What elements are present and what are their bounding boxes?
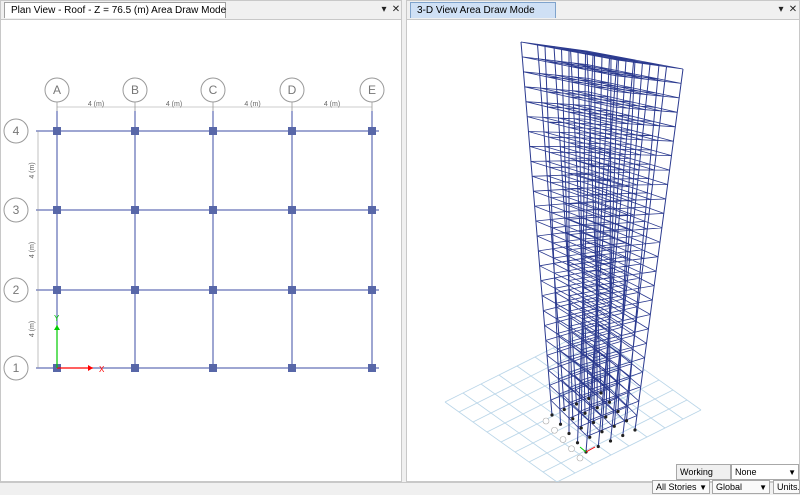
base-support	[612, 424, 616, 428]
3d-view-dropdown-icon[interactable]: ▾	[775, 2, 787, 17]
base-support	[604, 415, 608, 419]
column-marker	[53, 127, 61, 135]
dimension-label: 4 (m)	[166, 101, 182, 108]
grid-bubble-3d	[551, 426, 558, 434]
base-support	[600, 430, 604, 434]
grid-bubble-3d	[542, 417, 550, 425]
3d-view-close-icon[interactable]: ✕	[787, 2, 799, 17]
coord-system-value: Global	[716, 482, 743, 492]
column-marker	[209, 127, 217, 135]
column-marker	[209, 364, 217, 372]
plan-view-dropdown-icon[interactable]: ▾	[378, 2, 390, 17]
base-support	[596, 444, 600, 449]
grid-bubble-3d	[559, 436, 567, 443]
column-label: A	[53, 83, 61, 97]
base-support	[607, 400, 612, 404]
dimension-label: 4 (m)	[29, 162, 36, 178]
column-marker	[368, 127, 376, 135]
working-plane-label: Working Plane	[676, 464, 731, 492]
status-bar: All Stories ▼ Global ▼ Units...	[0, 480, 800, 495]
plan-view-canvas[interactable]: A B C D E 1 2 3 4 4 (m) 4 (m) 4 (m) 4 (m) 4 (m) 4 (m) 4…	[1, 20, 401, 482]
base-support	[595, 406, 599, 410]
column-marker	[53, 286, 61, 294]
column-marker	[209, 206, 217, 214]
y-axis-arrowhead	[54, 325, 60, 330]
column-marker	[209, 286, 217, 294]
dimension-label: 4 (m)	[324, 101, 340, 108]
chevron-down-icon: ▼	[788, 468, 796, 477]
column-label: B	[131, 83, 139, 97]
plan-view-tabbar: Plan View - Roof - Z = 76.5 (m) Area Dra…	[1, 1, 401, 20]
grid-bubble-3d	[576, 454, 584, 462]
frame-beams	[520, 41, 684, 437]
3d-view-panel: 3-D View Area Draw Mode ▾ ✕	[406, 0, 800, 482]
base-support	[550, 413, 554, 417]
base-support	[633, 428, 637, 432]
row-label: 4	[13, 124, 20, 138]
column-marker	[288, 127, 296, 135]
plan-view-close-icon[interactable]: ✕	[390, 2, 402, 17]
base-support	[583, 411, 587, 415]
column-label: C	[209, 83, 218, 97]
column-marker	[368, 364, 376, 372]
column-marker	[131, 364, 139, 372]
column-marker	[131, 206, 139, 214]
base-support	[616, 409, 620, 414]
column-marker	[53, 206, 61, 214]
base-support	[579, 426, 583, 430]
dimension-label: 4 (m)	[29, 321, 36, 337]
column-marker	[288, 286, 296, 294]
base-support	[588, 435, 592, 439]
chevron-down-icon: ▼	[699, 483, 707, 492]
column-label: E	[368, 83, 376, 97]
column-marker	[288, 364, 296, 372]
column-marker	[288, 206, 296, 214]
plan-view-panel: Plan View - Roof - Z = 76.5 (m) Area Dra…	[0, 0, 402, 482]
dimension-label: 4 (m)	[244, 101, 260, 108]
stories-select[interactable]: All Stories ▼	[652, 480, 710, 494]
base-support	[567, 431, 571, 436]
base-support	[624, 419, 629, 423]
base-support	[571, 417, 575, 421]
working-plane-select[interactable]: None ▼	[731, 464, 799, 480]
stories-value: All Stories	[656, 482, 697, 492]
base-support	[621, 433, 625, 438]
y-axis-3d	[579, 446, 587, 453]
column-label: D	[288, 83, 297, 97]
column-marker	[368, 286, 376, 294]
x-axis-label: X	[99, 365, 105, 374]
column-marker	[368, 206, 376, 214]
base-support	[587, 396, 591, 401]
dimension-label: 4 (m)	[88, 101, 104, 108]
row-label: 1	[13, 361, 20, 375]
x-axis-arrowhead	[88, 365, 93, 371]
base-support	[575, 441, 580, 445]
coord-system-select[interactable]: Global ▼	[712, 480, 770, 494]
3d-view-tabbar: 3-D View Area Draw Mode ▾ ✕	[407, 1, 799, 20]
y-axis-label: Y	[54, 314, 60, 323]
dimension-label: 4 (m)	[29, 242, 36, 258]
row-label: 3	[13, 203, 20, 217]
base-support	[562, 407, 566, 412]
base-support	[608, 439, 613, 443]
base-support	[574, 402, 579, 406]
units-button[interactable]: Units...	[773, 480, 800, 494]
grid-bubble-3d	[568, 445, 575, 453]
3d-view-canvas[interactable]	[407, 20, 799, 482]
column-marker	[131, 127, 139, 135]
base-support	[558, 422, 563, 426]
plan-view-tab[interactable]: Plan View - Roof - Z = 76.5 (m) Area Dra…	[4, 2, 226, 18]
row-label: 2	[13, 283, 20, 297]
base-support	[591, 420, 596, 425]
base-support	[599, 391, 603, 395]
3d-view-tab[interactable]: 3-D View Area Draw Mode	[410, 2, 556, 18]
column-marker	[131, 286, 139, 294]
chevron-down-icon: ▼	[759, 483, 767, 492]
working-plane-value: None	[735, 467, 757, 477]
